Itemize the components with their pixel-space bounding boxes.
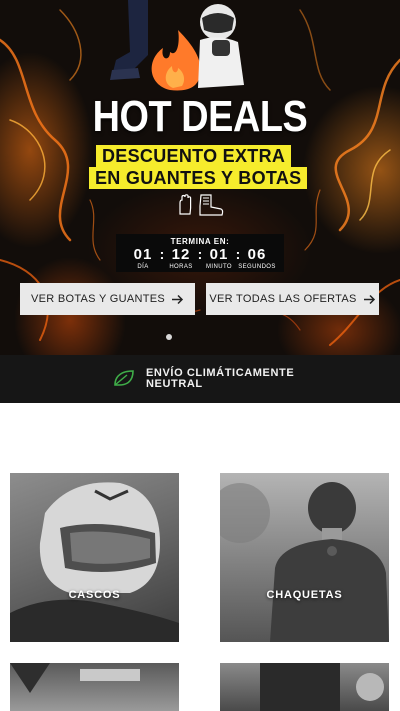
countdown-timer: TERMINA EN: 01 DÍA : 12 HORAS : 01 MINUT… [116,234,284,272]
view-all-offers-label: VER TODAS LAS OFERTAS [209,293,357,305]
countdown-days: 01 [133,246,153,263]
gear-icons [176,194,224,216]
promo-line-1: DESCUENTO EXTRA [96,145,292,167]
countdown-label: TERMINA EN: [170,237,230,246]
countdown-seconds-label: SEGUNDOS [238,264,276,270]
category-photo [260,663,384,711]
hero-banner[interactable]: HOT DEALS DESCUENTO EXTRA EN GUANTES Y B… [0,0,400,355]
category-tile-3[interactable] [10,663,179,711]
shipping-info-bar: ENVÍO CLIMÁTICAMENTE NEUTRAL [0,355,400,403]
countdown-days-label: DÍA [137,264,149,270]
hero-title: HOT DEALS [92,92,308,141]
countdown-minutes-label: MINUTO [206,264,232,270]
view-boots-gloves-button[interactable]: VER BOTAS Y GUANTES [20,283,195,315]
promo-line-2: EN GUANTES Y BOTAS [89,167,308,189]
carousel-dot-active[interactable] [166,334,172,340]
category-label-jackets: CHAQUETAS [266,589,343,601]
boot-icon [199,194,224,216]
arrow-right-icon [363,294,375,304]
countdown-hours-label: HORAS [169,264,193,270]
view-all-offers-button[interactable]: VER TODAS LAS OFERTAS [206,283,379,315]
countdown-hours: 12 [171,246,191,263]
category-tile-4[interactable] [220,663,389,711]
view-boots-gloves-label: VER BOTAS Y GUANTES [30,293,166,305]
leaf-icon [114,370,134,386]
category-tile-jackets[interactable]: CHAQUETAS [220,473,389,642]
countdown-minutes: 01 [209,246,229,263]
category-photo [10,663,140,693]
category-label-helmets: CASCOS [68,589,121,601]
rider-figure-illustration [110,0,244,91]
arrow-right-icon [172,294,184,304]
glove-icon [179,194,192,215]
countdown-seconds: 06 [247,246,267,263]
shipping-text: ENVÍO CLIMÁTICAMENTE NEUTRAL [146,367,295,390]
category-tile-helmets[interactable]: CASCOS [10,473,179,642]
jacket-photo [220,482,389,642]
helmet-photo [10,482,179,642]
